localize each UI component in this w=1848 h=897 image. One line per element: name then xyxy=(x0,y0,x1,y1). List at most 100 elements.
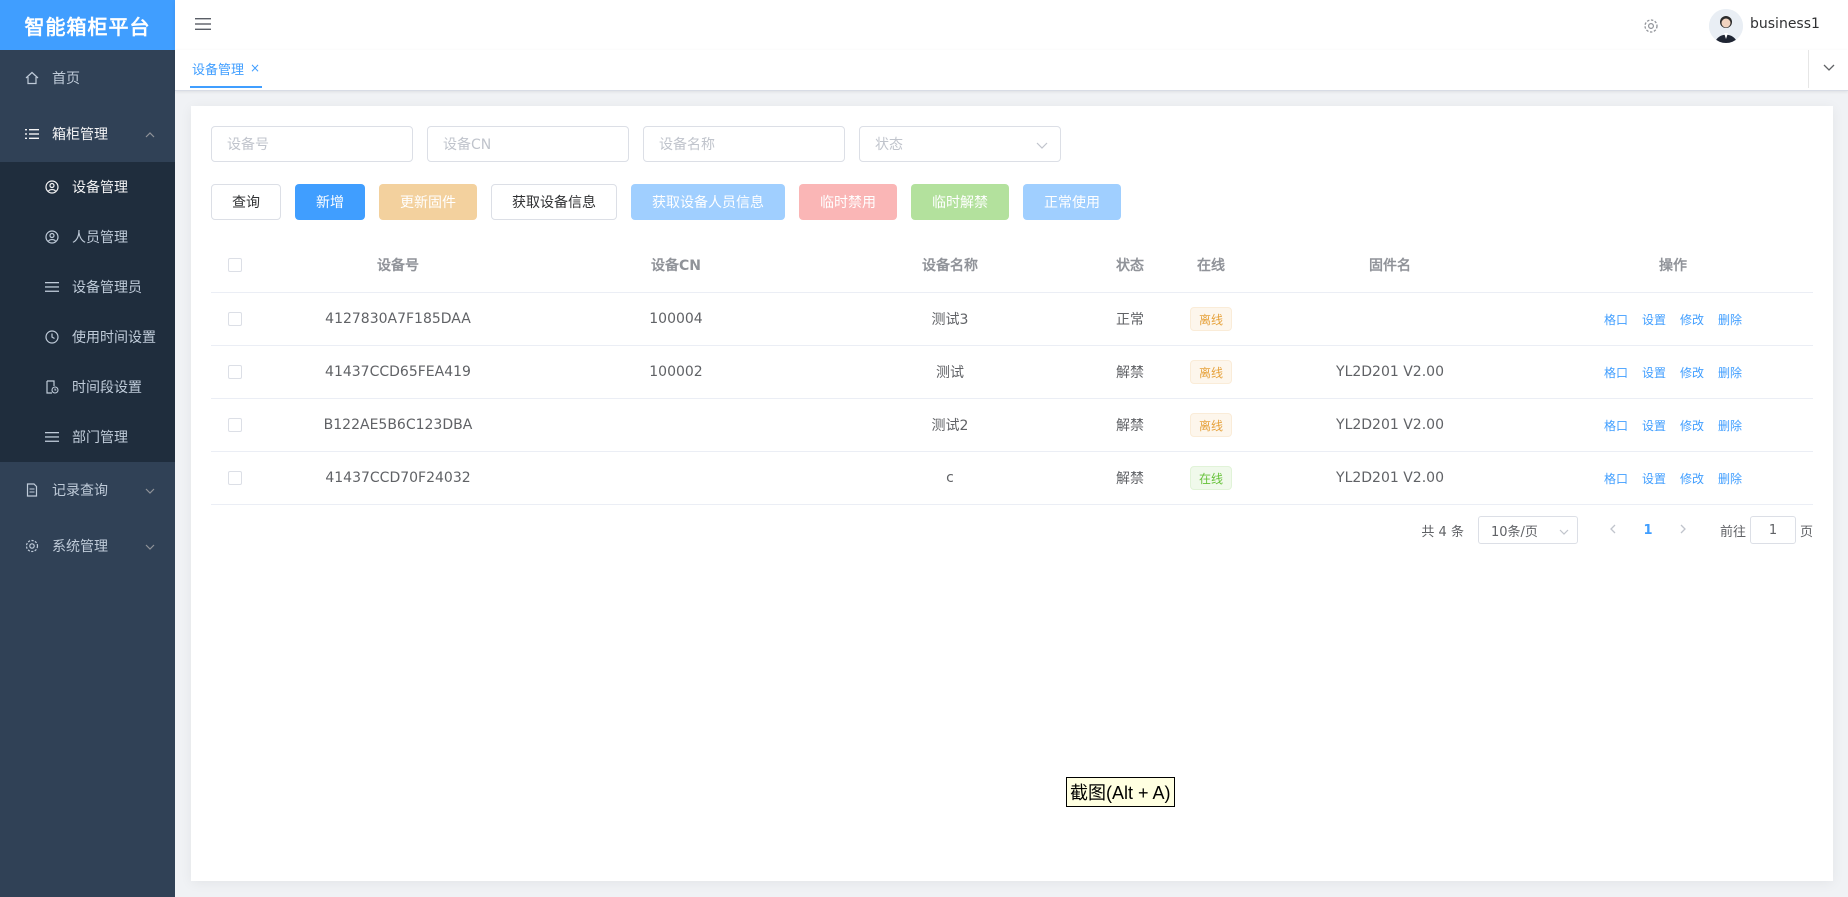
normal-use-button[interactable]: 正常使用 xyxy=(1023,184,1121,220)
device-no-cell: 4127830A7F185DAA xyxy=(325,311,471,327)
device-cn-cell xyxy=(537,452,815,504)
page-size-select[interactable]: 10条/页 xyxy=(1477,516,1578,544)
tab-device-management[interactable]: 设备管理 × xyxy=(190,50,263,88)
slots-link[interactable]: 格口 xyxy=(1604,311,1628,328)
sidebar-item-device-admin[interactable]: 设备管理员 xyxy=(0,262,175,312)
app-logo-title: 智能箱柜平台 xyxy=(0,0,175,50)
offline-badge: 离线 xyxy=(1189,360,1232,384)
delete-link[interactable]: 删除 xyxy=(1718,311,1742,328)
device-no-input[interactable]: 设备号 xyxy=(211,126,413,162)
device-no-placeholder: 设备号 xyxy=(227,137,269,153)
settings-link[interactable]: 设置 xyxy=(1642,311,1666,328)
online-cell: 离线 xyxy=(1175,293,1247,345)
chevron-down-icon xyxy=(145,540,155,556)
tags-view: 设备管理 × xyxy=(175,50,1848,91)
username[interactable]: business1 xyxy=(1750,16,1820,32)
ops-cell: 格口 设置 修改 删除 xyxy=(1533,293,1813,345)
select-all-checkbox[interactable] xyxy=(228,258,242,272)
column-header: 操作 xyxy=(1659,258,1687,274)
device-no-cell: 41437CCD65FEA419 xyxy=(325,364,471,380)
sidebar-item-device-management[interactable]: 设备管理 xyxy=(0,162,175,212)
settings-link[interactable]: 设置 xyxy=(1642,364,1666,381)
query-button[interactable]: 查询 xyxy=(211,184,281,220)
gear-icon xyxy=(24,538,40,554)
menu-home[interactable]: 首页 xyxy=(0,50,175,106)
row-checkbox[interactable] xyxy=(228,471,242,485)
sidebar: 智能箱柜平台 首页 箱柜管理 设备管理 人员管理 设备管理员 使用时间设置 时间… xyxy=(0,0,175,897)
ops-cell: 格口 设置 修改 删除 xyxy=(1533,399,1813,451)
settings-link[interactable]: 设置 xyxy=(1642,470,1666,487)
delete-link[interactable]: 删除 xyxy=(1718,364,1742,381)
sidebar-item-time-period-settings[interactable]: 时间段设置 xyxy=(0,362,175,412)
row-checkbox[interactable] xyxy=(228,418,242,432)
sidebar-item-label: 人员管理 xyxy=(72,230,128,246)
offline-badge: 离线 xyxy=(1189,413,1232,437)
delete-link[interactable]: 删除 xyxy=(1718,417,1742,434)
close-icon[interactable]: × xyxy=(250,61,260,75)
goto-page-input[interactable]: 1 xyxy=(1749,516,1796,544)
tags-dropdown[interactable] xyxy=(1808,50,1848,88)
hamburger-icon[interactable] xyxy=(195,16,211,36)
avatar[interactable] xyxy=(1709,9,1743,43)
page-number-current[interactable]: 1 xyxy=(1628,523,1668,538)
device-name-input[interactable]: 设备名称 xyxy=(643,126,845,162)
menu-cabinet-management[interactable]: 箱柜管理 xyxy=(0,106,175,162)
table-row: 41437CCD65FEA419 100002 测试 解禁 离线 YL2D201… xyxy=(211,346,1813,399)
add-button[interactable]: 新增 xyxy=(295,184,365,220)
column-header: 固件名 xyxy=(1369,258,1411,274)
chevron-down-icon xyxy=(1823,61,1835,77)
firmware-cell xyxy=(1247,293,1533,345)
next-page-icon[interactable] xyxy=(1668,523,1698,538)
row-checkbox[interactable] xyxy=(228,312,242,326)
chevron-down-icon xyxy=(145,484,155,500)
device-cn-placeholder: 设备CN xyxy=(443,137,492,153)
chevron-down-icon xyxy=(1559,526,1569,541)
table-row: 4127830A7F185DAA 100004 测试3 正常 离线 格口 设置 … xyxy=(211,293,1813,346)
row-select-cell xyxy=(211,346,259,398)
row-select-cell xyxy=(211,399,259,451)
prev-page-icon[interactable] xyxy=(1598,523,1628,538)
settings-gear-icon[interactable] xyxy=(1643,18,1659,38)
sidebar-item-usage-time-settings[interactable]: 使用时间设置 xyxy=(0,312,175,362)
action-buttons: 查询 新增 更新固件 获取设备信息 获取设备人员信息 临时禁用 临时解禁 正常使… xyxy=(211,184,1135,220)
status-cell: 解禁 xyxy=(1116,471,1144,487)
column-header: 在线 xyxy=(1197,258,1225,274)
slots-link[interactable]: 格口 xyxy=(1604,417,1628,434)
device-name-cell: 测试3 xyxy=(931,312,969,328)
edit-link[interactable]: 修改 xyxy=(1680,311,1704,328)
get-device-people-button[interactable]: 获取设备人员信息 xyxy=(631,184,785,220)
menu-system-management[interactable]: 系统管理 xyxy=(0,518,175,574)
slots-link[interactable]: 格口 xyxy=(1604,364,1628,381)
edit-link[interactable]: 修改 xyxy=(1680,364,1704,381)
firmware-cell: YL2D201 V2.00 xyxy=(1336,364,1444,380)
slots-link[interactable]: 格口 xyxy=(1604,470,1628,487)
update-firmware-button[interactable]: 更新固件 xyxy=(379,184,477,220)
document-clock-icon xyxy=(44,379,60,395)
list-icon xyxy=(24,126,40,142)
get-device-info-button[interactable]: 获取设备信息 xyxy=(491,184,617,220)
device-cn-input[interactable]: 设备CN xyxy=(427,126,629,162)
settings-link[interactable]: 设置 xyxy=(1642,417,1666,434)
content-card: 设备号 设备CN 设备名称 状态 查询 新增 更新固件 获取设备信息 获取设备人… xyxy=(191,106,1833,881)
device-name-cell: 测试2 xyxy=(931,418,969,434)
status-select[interactable]: 状态 xyxy=(859,126,1061,162)
page-suffix: 页 xyxy=(1799,524,1813,540)
menu-system-label: 系统管理 xyxy=(52,539,108,555)
status-cell: 解禁 xyxy=(1116,365,1144,381)
document-icon xyxy=(24,482,40,498)
edit-link[interactable]: 修改 xyxy=(1680,470,1704,487)
user-circle-icon xyxy=(44,179,60,195)
column-header: 状态 xyxy=(1116,258,1144,274)
firmware-cell: YL2D201 V2.00 xyxy=(1336,417,1444,433)
select-all-cell xyxy=(211,238,259,292)
sidebar-item-personnel-management[interactable]: 人员管理 xyxy=(0,212,175,262)
online-cell: 离线 xyxy=(1175,346,1247,398)
sidebar-item-department-management[interactable]: 部门管理 xyxy=(0,412,175,462)
cabinet-submenu: 设备管理 人员管理 设备管理员 使用时间设置 时间段设置 部门管理 xyxy=(0,162,175,462)
delete-link[interactable]: 删除 xyxy=(1718,470,1742,487)
menu-record-query[interactable]: 记录查询 xyxy=(0,462,175,518)
edit-link[interactable]: 修改 xyxy=(1680,417,1704,434)
temp-disable-button[interactable]: 临时禁用 xyxy=(799,184,897,220)
temp-enable-button[interactable]: 临时解禁 xyxy=(911,184,1009,220)
row-checkbox[interactable] xyxy=(228,365,242,379)
